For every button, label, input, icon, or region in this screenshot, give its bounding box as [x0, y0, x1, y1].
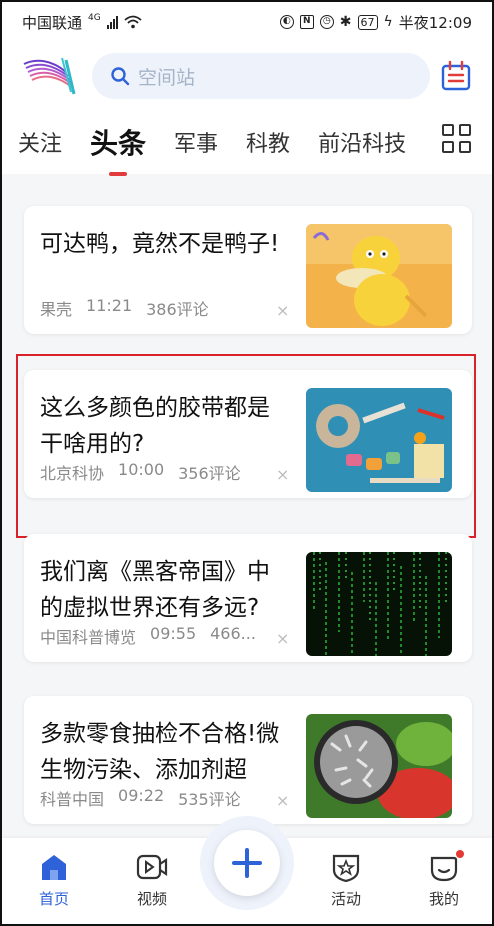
search-icon	[111, 67, 130, 86]
news-source: 中国科普博览	[40, 628, 137, 647]
news-card[interactable]: 这么多颜色的胶带都是干啥用的? 北京科协 10:00 356评论 ×	[24, 370, 472, 498]
news-source: 北京科协	[40, 464, 105, 483]
alarm-icon: ◷	[319, 15, 334, 29]
nav-video-label: 视频	[136, 890, 167, 908]
news-thumbnail[interactable]	[306, 224, 452, 328]
clock: 半夜12:09	[398, 13, 472, 32]
news-card[interactable]: 我们离《黑客帝国》中的虚拟世界还有多远? 中国科普博览 09:55 466...…	[24, 534, 472, 662]
nav-home-label: 首页	[38, 890, 69, 908]
tab-headlines[interactable]: 头条	[90, 122, 146, 162]
news-comments: 386评论	[146, 300, 209, 319]
bluetooth-icon: ✱	[339, 14, 352, 30]
news-comments: 535评论	[178, 790, 241, 809]
search-placeholder: 空间站	[138, 66, 196, 89]
profile-icon	[430, 856, 458, 882]
bottom-nav: 首页 视频 活动 我的	[2, 816, 492, 924]
news-title[interactable]: 多款零食抽检不合格!微生物污染、添加剂超	[40, 716, 292, 788]
app-frame: 中国联通 4G ◐ N ◷ ✱ 67 ϟ 半夜12:09 空间站 关注 头条 军…	[0, 0, 494, 926]
news-title[interactable]: 这么多颜色的胶带都是干啥用的?	[40, 390, 292, 462]
charging-icon: ϟ	[383, 14, 393, 30]
news-comments: 356评论	[178, 464, 241, 483]
news-meta: 中国科普博览 09:55 466...	[40, 624, 256, 648]
news-thumbnail[interactable]	[306, 388, 452, 492]
app-logo[interactable]	[22, 54, 76, 98]
tab-military[interactable]: 军事	[174, 126, 218, 158]
nav-profile[interactable]: 我的	[414, 852, 474, 909]
status-right: ◐ N ◷ ✱ 67 ϟ 半夜12:09	[279, 12, 472, 33]
channel-tabs: 关注 头条 军事 科教 前沿科技	[2, 110, 492, 174]
calendar-icon[interactable]	[440, 60, 472, 92]
carrier-label: 中国联通	[22, 13, 83, 32]
news-thumbnail[interactable]	[306, 552, 452, 656]
channel-grid-icon[interactable]	[442, 124, 472, 156]
nav-video[interactable]: 视频	[122, 852, 182, 909]
signal-icon	[106, 15, 118, 29]
nav-home[interactable]: 首页	[24, 852, 84, 909]
dismiss-icon[interactable]: ×	[276, 301, 289, 320]
nfc-badge-icon: ◐	[279, 15, 294, 29]
news-card[interactable]: 多款零食抽检不合格!微生物污染、添加剂超 科普中国 09:22 535评论 ×	[24, 696, 472, 824]
video-icon	[136, 854, 168, 880]
battery-indicator: 67	[357, 14, 378, 30]
nfc-icon: N	[299, 15, 314, 29]
news-time: 09:22	[118, 786, 165, 805]
news-thumbnail[interactable]	[306, 714, 452, 818]
news-time: 11:21	[86, 296, 133, 315]
nav-profile-label: 我的	[428, 890, 459, 908]
app-header: 空间站	[2, 42, 492, 110]
status-left: 中国联通 4G	[22, 12, 142, 33]
news-meta: 科普中国 09:22 535评论	[40, 786, 241, 810]
news-source: 科普中国	[40, 790, 105, 809]
plus-icon	[232, 848, 262, 878]
news-card[interactable]: 可达鸭，竟然不是鸭子! 果壳 11:21 386评论 ×	[24, 206, 472, 334]
news-title[interactable]: 我们离《黑客帝国》中的虚拟世界还有多远?	[40, 554, 292, 626]
news-time: 10:00	[118, 460, 165, 479]
news-source: 果壳	[40, 300, 73, 319]
dismiss-icon[interactable]: ×	[276, 791, 289, 810]
nav-activity[interactable]: 活动	[316, 852, 376, 909]
wifi-icon	[124, 15, 142, 29]
news-meta: 果壳 11:21 386评论	[40, 296, 209, 320]
news-title[interactable]: 可达鸭，竟然不是鸭子!	[40, 226, 292, 262]
status-bar: 中国联通 4G ◐ N ◷ ✱ 67 ϟ 半夜12:09	[2, 2, 492, 42]
news-comments: 466...	[210, 624, 256, 643]
tab-science-education[interactable]: 科教	[246, 126, 290, 158]
publish-button[interactable]	[214, 830, 280, 896]
news-time: 09:55	[150, 624, 197, 643]
home-icon	[42, 855, 66, 880]
dismiss-icon[interactable]: ×	[276, 629, 289, 648]
news-meta: 北京科协 10:00 356评论	[40, 460, 241, 484]
tab-follow[interactable]: 关注	[18, 126, 62, 158]
activity-icon	[332, 854, 360, 882]
tab-frontier-tech[interactable]: 前沿科技	[318, 126, 406, 158]
network-type: 4G	[88, 13, 101, 23]
dismiss-icon[interactable]: ×	[276, 465, 289, 484]
notification-badge	[456, 850, 464, 858]
nav-activity-label: 活动	[330, 890, 361, 908]
search-bar[interactable]: 空间站	[92, 53, 430, 99]
